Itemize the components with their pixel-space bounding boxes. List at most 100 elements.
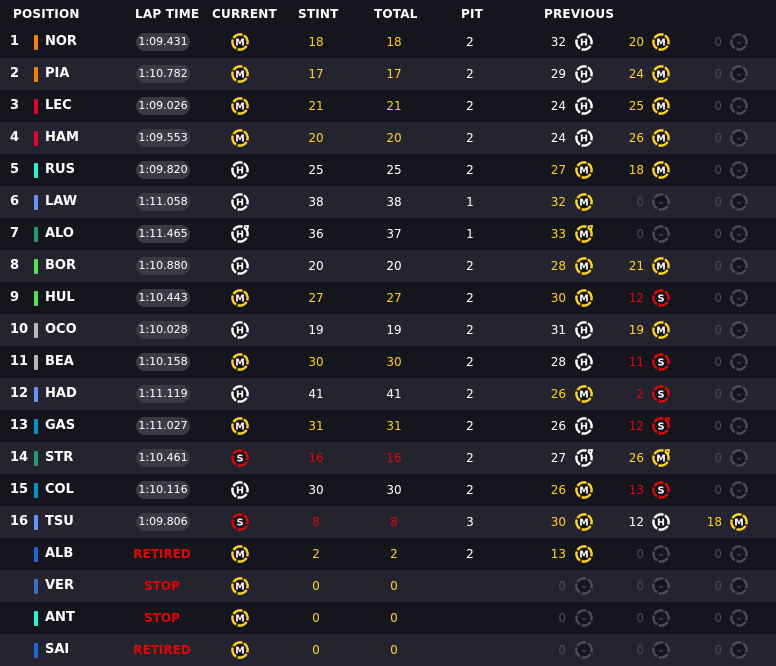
svg-text:–: – <box>737 486 742 497</box>
previous-stint-laps: 0 <box>714 259 722 273</box>
previous-stint-laps: 0 <box>714 643 722 657</box>
pit-count: 2 <box>466 419 474 433</box>
stint-laps: 0 <box>312 611 320 625</box>
previous-stint-laps: 32 <box>550 35 566 49</box>
pit-count <box>450 602 490 634</box>
previous-stint-laps: 0 <box>636 195 644 209</box>
previous-stint-laps: 31 <box>550 323 566 337</box>
header-pit[interactable]: PIT <box>461 7 483 21</box>
table-row[interactable]: 9 HUL 1:10.443 M 27 27 2 30 M 12 S 0 – <box>0 282 776 314</box>
table-row[interactable]: 7 ALO 1:11.465 H 36 37 1 33 M 0 – 0 – <box>0 218 776 250</box>
previous-medium-tyre-icon: M <box>651 256 671 276</box>
pit-count <box>450 570 490 602</box>
previous-stint-laps: 24 <box>628 67 644 81</box>
table-row[interactable]: 1 NOR 1:09.431 M 18 18 2 32 H 20 M 0 – <box>0 26 776 58</box>
previous-stint-laps: 27 <box>550 163 566 177</box>
current-medium-tyre-icon: M <box>230 576 250 596</box>
header-total[interactable]: TOTAL <box>374 7 418 21</box>
team-color-bar <box>34 483 38 498</box>
previous-stint-laps: 0 <box>558 643 566 657</box>
team-color-bar <box>34 227 38 242</box>
table-row[interactable]: SAI RETIRED M 0 0 0 – 0 – 0 – <box>0 634 776 666</box>
previous-stint-laps: 13 <box>550 547 566 561</box>
previous-stint-laps: 0 <box>714 451 722 465</box>
position: 5 <box>10 162 20 177</box>
total-laps: 27 <box>386 291 402 305</box>
previous-soft-tyre-icon: S <box>651 416 671 436</box>
driver-code: PIA <box>45 66 70 81</box>
previous-empty-tyre-icon: – <box>574 640 594 660</box>
pit-count: 2 <box>466 291 474 305</box>
table-row[interactable]: 3 LEC 1:09.026 M 21 21 2 24 H 25 M 0 – <box>0 90 776 122</box>
lap-time-badge: 1:11.058 <box>136 193 190 211</box>
previous-empty-tyre-icon: – <box>651 544 671 564</box>
previous-empty-tyre-icon: – <box>729 96 749 116</box>
total-laps: 0 <box>390 643 398 657</box>
svg-text:M: M <box>579 390 588 401</box>
stint-laps: 19 <box>308 323 324 337</box>
svg-text:–: – <box>659 582 664 593</box>
stint-laps: 30 <box>308 355 324 369</box>
svg-text:–: – <box>737 198 742 209</box>
current-medium-tyre-icon: M <box>230 96 250 116</box>
current-medium-tyre-icon: M <box>230 64 250 84</box>
previous-stint-laps: 0 <box>714 355 722 369</box>
lap-time-badge: 1:10.782 <box>136 65 190 83</box>
header-position[interactable]: POSITION <box>13 7 80 21</box>
previous-stint-laps: 20 <box>628 35 644 49</box>
table-row[interactable]: ALB RETIRED M 2 2 2 13 M 0 – 0 – <box>0 538 776 570</box>
current-medium-tyre-icon: M <box>230 416 250 436</box>
previous-soft-tyre-icon: S <box>651 384 671 404</box>
table-row[interactable]: 5 RUS 1:09.820 H 25 25 2 27 M 18 M 0 – <box>0 154 776 186</box>
svg-text:M: M <box>235 134 244 145</box>
previous-stint-laps: 18 <box>706 515 722 529</box>
table-row[interactable]: 16 TSU 1:09.806 S 8 8 3 30 M 12 H 18 M <box>0 506 776 538</box>
pit-count: 2 <box>466 483 474 497</box>
table-row[interactable]: 4 HAM 1:09.553 M 20 20 2 24 H 26 M 0 – <box>0 122 776 154</box>
table-row[interactable]: ANT STOP M 0 0 0 – 0 – 0 – <box>0 602 776 634</box>
svg-text:H: H <box>580 38 588 49</box>
table-row[interactable]: 10 OCO 1:10.028 H 19 19 2 31 H 19 M 0 – <box>0 314 776 346</box>
position: 16 <box>10 514 29 529</box>
table-body: 1 NOR 1:09.431 M 18 18 2 32 H 20 M 0–2 PIA 1:10.782 M 1… <box>0 26 776 666</box>
svg-text:–: – <box>737 102 742 113</box>
table-row[interactable]: 14 STR 1:10.461 S 16 16 2 27 H 26 M 0 – <box>0 442 776 474</box>
header-current[interactable]: CURRENT <box>212 7 277 21</box>
header-previous[interactable]: PREVIOUS <box>544 7 614 21</box>
stint-laps: 2 <box>312 547 320 561</box>
svg-text:M: M <box>235 294 244 305</box>
previous-stint-laps: 0 <box>714 67 722 81</box>
svg-text:H: H <box>236 262 244 273</box>
previous-medium-tyre-icon: M <box>651 32 671 52</box>
table-row[interactable]: 8 BOR 1:10.880 H 20 20 2 28 M 21 M 0 – <box>0 250 776 282</box>
previous-empty-tyre-icon: – <box>651 608 671 628</box>
position: 10 <box>10 322 29 337</box>
header-stint[interactable]: STINT <box>298 7 339 21</box>
table-row[interactable]: 2 PIA 1:10.782 M 17 17 2 29 H 24 M 0 – <box>0 58 776 90</box>
total-laps: 30 <box>386 355 402 369</box>
driver-code: LAW <box>45 194 78 209</box>
pit-count: 2 <box>466 259 474 273</box>
stint-laps: 38 <box>308 195 324 209</box>
lap-time-badge: 1:09.806 <box>136 513 190 531</box>
svg-text:M: M <box>579 294 588 305</box>
table-row[interactable]: VER STOP M 0 0 0 – 0 – 0 – <box>0 570 776 602</box>
previous-empty-tyre-icon: – <box>729 544 749 564</box>
table-row[interactable]: 15 COL 1:10.116 H 30 30 2 26 M 13 S 0 – <box>0 474 776 506</box>
team-color-bar <box>34 195 38 210</box>
total-laps: 17 <box>386 67 402 81</box>
previous-medium-tyre-icon: M <box>651 64 671 84</box>
table-row[interactable]: 12 HAD 1:11.119 H 41 41 2 26 M 2 S 0 – <box>0 378 776 410</box>
position: 4 <box>10 130 20 145</box>
header-lap-time[interactable]: LAP TIME <box>135 7 199 21</box>
stint-laps: 0 <box>312 579 320 593</box>
table-row[interactable]: 13 GAS 1:11.027 M 31 31 2 26 H 12 S 0 – <box>0 410 776 442</box>
table-row[interactable]: 6 LAW 1:11.058 H 38 38 1 32 M 0 – 0 – <box>0 186 776 218</box>
previous-empty-tyre-icon: – <box>729 640 749 660</box>
svg-text:–: – <box>737 646 742 657</box>
svg-text:H: H <box>236 230 244 241</box>
stint-laps: 41 <box>308 387 324 401</box>
table-row[interactable]: 11 BEA 1:10.158 M 30 30 2 28 H 11 S 0 – <box>0 346 776 378</box>
svg-text:H: H <box>236 326 244 337</box>
stint-laps: 17 <box>308 67 324 81</box>
